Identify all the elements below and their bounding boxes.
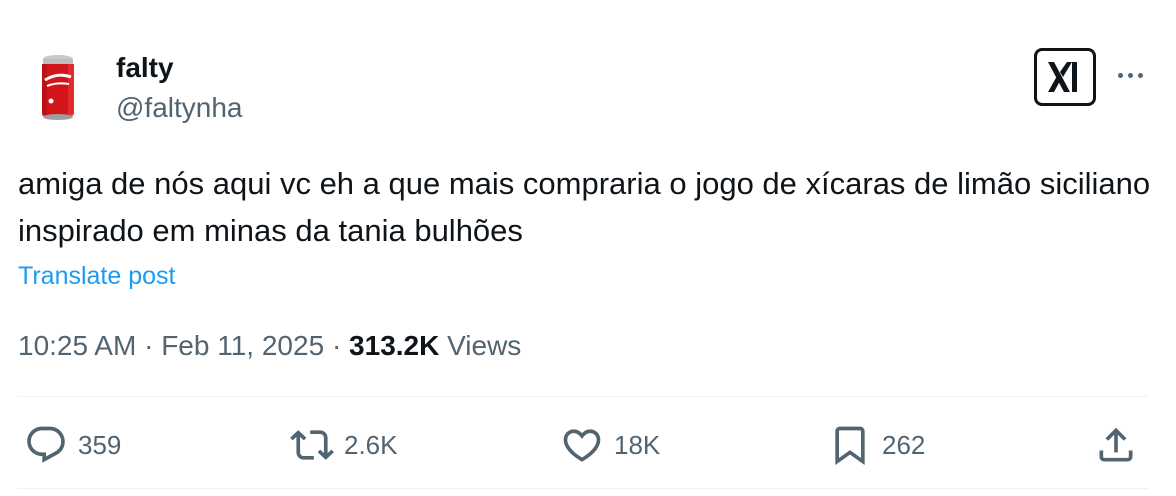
post-meta: 10:25 AM · Feb 11, 2025 · 313.2K Views	[18, 327, 521, 365]
avatar[interactable]	[18, 46, 98, 126]
divider-top	[18, 396, 1148, 397]
heart-icon	[563, 429, 601, 462]
bookmark-button[interactable]: 262	[828, 420, 925, 470]
divider-bottom	[18, 488, 1148, 489]
more-options-icon	[1117, 72, 1123, 78]
reply-count: 359	[78, 429, 122, 460]
post-text: amiga de nós aqui vc eh a que mais compr…	[18, 166, 1151, 248]
share-button[interactable]	[1094, 420, 1138, 470]
xai-logo-icon	[1048, 62, 1077, 92]
repost-count: 2.6K	[344, 429, 398, 460]
like-button[interactable]: 18K	[560, 420, 660, 470]
share-icon	[1099, 427, 1133, 462]
soda-can-icon	[42, 55, 74, 120]
views-label[interactable]: Views	[447, 330, 521, 361]
bookmark-count: 262	[882, 429, 926, 460]
repost-icon	[290, 430, 334, 460]
reply-button[interactable]: 359	[24, 420, 121, 470]
bookmark-icon	[835, 426, 865, 466]
meta-separator: ·	[144, 330, 154, 361]
more-options-button[interactable]	[1108, 60, 1152, 90]
reply-icon	[27, 426, 65, 463]
post-time[interactable]: 10:25 AM	[18, 330, 136, 361]
author-handle[interactable]: @faltynha	[116, 90, 243, 126]
author-display-name[interactable]: falty	[116, 50, 174, 86]
views-count[interactable]: 313.2K	[349, 330, 439, 361]
xai-logo-badge[interactable]	[1034, 48, 1096, 106]
post-date[interactable]: Feb 11, 2025	[161, 330, 324, 361]
meta-separator: ·	[331, 330, 342, 361]
action-bar: 359 2.6K 18K 262	[0, 420, 1176, 470]
like-count: 18K	[614, 429, 661, 460]
translate-post-link[interactable]: Translate post	[18, 259, 175, 293]
repost-button[interactable]: 2.6K	[290, 420, 398, 470]
